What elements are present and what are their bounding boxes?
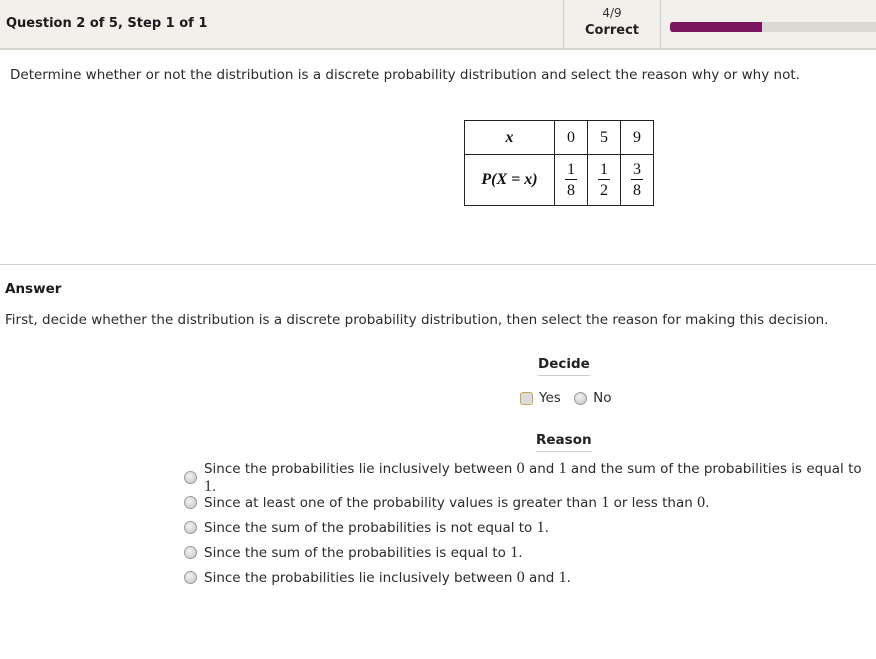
reason-option[interactable]: Since the sum of the probabilities is eq… xyxy=(184,540,876,565)
x-value: 0 xyxy=(554,120,588,155)
reason-text: Since at least one of the probability va… xyxy=(204,494,709,512)
reason-options: Since the probabilities lie inclusively … xyxy=(184,460,876,590)
numerator: 3 xyxy=(631,160,643,180)
option-label: No xyxy=(593,390,612,406)
progress-fill xyxy=(670,22,762,32)
text-fragment: . xyxy=(544,519,549,536)
reason-option[interactable]: Since the sum of the probabilities is no… xyxy=(184,515,876,540)
answer-heading: Answer xyxy=(5,281,62,297)
math-number: 1 xyxy=(536,518,545,536)
score-box: 4/9 Correct xyxy=(563,0,661,48)
option-label: Yes xyxy=(539,390,561,406)
text-fragment: or less than xyxy=(609,494,698,511)
decide-option-no[interactable]: No xyxy=(574,390,611,406)
distribution-table: x 0 5 9 P(X = x) 1 8 1 2 3 8 xyxy=(464,120,654,206)
text-fragment: Since the sum of the probabilities is no… xyxy=(204,519,537,536)
text-fragment: . xyxy=(705,494,710,511)
reason-text: Since the probabilities lie inclusively … xyxy=(204,460,876,496)
math-number: 0 xyxy=(697,493,706,511)
score-label: Correct xyxy=(584,23,640,38)
probability-cell: 1 2 xyxy=(587,154,621,206)
decide-option-yes[interactable]: Yes xyxy=(520,390,561,406)
radio-button[interactable] xyxy=(184,571,197,584)
answer-instruction: First, decide whether the distribution i… xyxy=(5,312,829,328)
probability-header: P(X = x) xyxy=(464,154,555,206)
x-row: x 0 5 9 xyxy=(464,120,654,155)
radio-button[interactable] xyxy=(184,496,197,509)
radio-no[interactable] xyxy=(574,391,588,405)
question-header: Question 2 of 5, Step 1 of 1 4/9 Correct xyxy=(0,0,876,50)
reason-text: Since the sum of the probabilities is no… xyxy=(204,519,549,537)
text-fragment: . xyxy=(518,544,523,561)
decide-label: Decide xyxy=(538,356,590,376)
math-number: 1 xyxy=(203,477,212,495)
math-number: 1 xyxy=(558,568,567,586)
text-fragment: Since at least one of the probability va… xyxy=(204,494,602,511)
text-fragment: Since the probabilities lie inclusively … xyxy=(204,569,517,586)
denominator: 2 xyxy=(600,181,608,199)
section-divider xyxy=(0,264,876,265)
x-value: 9 xyxy=(620,120,654,155)
radio-yes[interactable] xyxy=(520,391,533,405)
text-fragment: Since the sum of the probabilities is eq… xyxy=(204,544,511,561)
text-fragment: and xyxy=(524,569,559,586)
numerator: 1 xyxy=(598,160,610,180)
probability-cell: 1 8 xyxy=(554,154,588,206)
probability-row: P(X = x) 1 8 1 2 3 8 xyxy=(464,154,654,206)
math-number: 1 xyxy=(558,459,567,477)
decide-options: Yes No xyxy=(520,390,620,409)
probability-cell: 3 8 xyxy=(620,154,654,206)
reason-text: Since the probabilities lie inclusively … xyxy=(204,569,571,587)
question-prompt: Determine whether or not the distributio… xyxy=(10,67,800,83)
denominator: 8 xyxy=(633,181,641,199)
math-number: 0 xyxy=(516,568,525,586)
fraction: 3 8 xyxy=(631,160,643,199)
x-header: x xyxy=(464,120,555,155)
score-fraction: 4/9 xyxy=(602,6,622,20)
radio-button[interactable] xyxy=(184,471,197,484)
text-fragment: . xyxy=(211,478,217,495)
radio-button[interactable] xyxy=(184,521,197,534)
reason-option[interactable]: Since the probabilities lie inclusively … xyxy=(184,565,876,590)
math-number: 0 xyxy=(516,459,525,477)
text-fragment: and the sum of the probabilities is equa… xyxy=(566,460,862,477)
question-title: Question 2 of 5, Step 1 of 1 xyxy=(6,16,208,31)
text-fragment: Since the probabilities lie inclusively … xyxy=(203,460,517,477)
progress-bar xyxy=(670,22,876,32)
x-value: 5 xyxy=(587,120,621,155)
text-fragment: . xyxy=(566,569,571,586)
reason-text: Since the sum of the probabilities is eq… xyxy=(204,544,523,562)
denominator: 8 xyxy=(567,181,575,199)
fraction: 1 8 xyxy=(565,160,577,199)
reason-label: Reason xyxy=(536,432,592,452)
numerator: 1 xyxy=(565,160,577,180)
radio-button[interactable] xyxy=(184,546,197,559)
fraction: 1 2 xyxy=(598,160,610,199)
reason-option[interactable]: Since the probabilities lie inclusively … xyxy=(184,460,876,495)
text-fragment: and xyxy=(524,460,559,477)
